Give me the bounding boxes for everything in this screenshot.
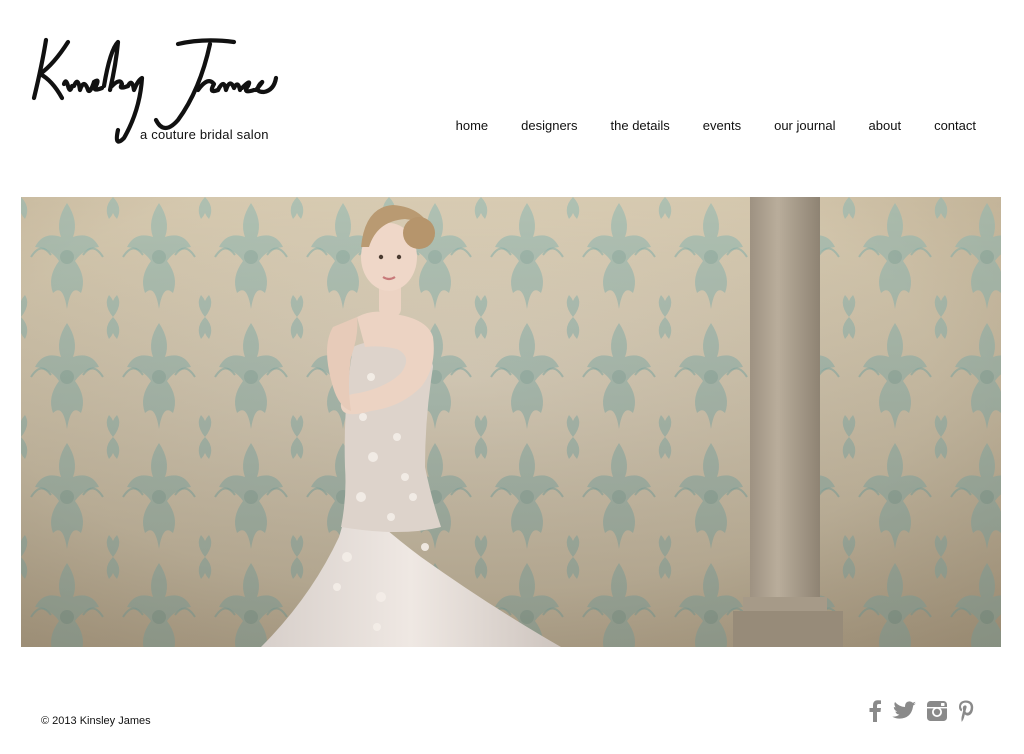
twitter-icon[interactable] — [892, 701, 916, 726]
nav-item-about[interactable]: about — [869, 118, 902, 133]
logo-tagline: a couture bridal salon — [140, 127, 269, 142]
nav-item-home[interactable]: home — [456, 118, 489, 133]
hero-photo — [21, 197, 1001, 647]
copyright-text: © 2013 Kinsley James — [41, 715, 151, 727]
nav-item-contact[interactable]: contact — [934, 118, 976, 133]
hero-image — [21, 197, 1001, 647]
nav-item-designers[interactable]: designers — [521, 118, 577, 133]
social-links — [868, 700, 974, 727]
nav-item-the-details[interactable]: the details — [611, 118, 670, 133]
nav-item-our-journal[interactable]: our journal — [774, 118, 835, 133]
nav-item-events[interactable]: events — [703, 118, 741, 133]
main-nav: home designers the details events our jo… — [456, 118, 976, 133]
brand-logo[interactable]: a couture bridal salon — [28, 20, 290, 152]
facebook-icon[interactable] — [868, 700, 882, 727]
instagram-icon[interactable] — [926, 700, 948, 727]
pinterest-icon[interactable] — [958, 700, 974, 727]
